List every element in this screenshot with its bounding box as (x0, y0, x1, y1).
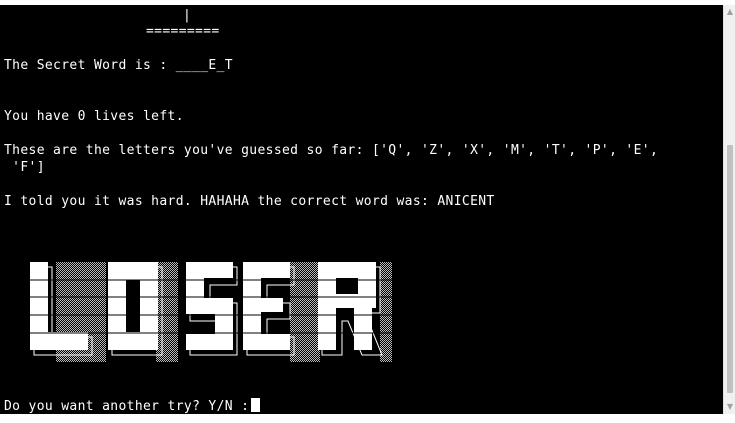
result-line: I told you it was hard. HAHAHA the corre… (4, 194, 495, 209)
terminal-window[interactable]: | ========= The Secret Word is : ____E_T… (0, 5, 723, 414)
gallows-pole: | (183, 8, 192, 23)
loser-ascii-banner (28, 262, 393, 362)
banner-shade (380, 262, 392, 362)
guessed-letters-continuation: 'F'] (4, 160, 45, 175)
gallows-base: ========= (146, 24, 220, 39)
triangle-up-icon[interactable]: ▲ (725, 7, 735, 17)
scrollbar-thumb[interactable] (727, 145, 733, 393)
prompt-text: Do you want another try? Y/N : (4, 399, 250, 414)
vertical-scrollbar[interactable]: ▲ ▼ (723, 5, 735, 414)
secret-word-line: The Secret Word is : ____E_T (4, 58, 233, 73)
input-cursor[interactable] (251, 398, 261, 412)
guessed-letters-line: These are the letters you've guessed so … (4, 143, 659, 158)
triangle-down-icon[interactable]: ▼ (725, 402, 735, 412)
try-again-prompt: Do you want another try? Y/N : (4, 398, 261, 414)
lives-line: You have 0 lives left. (4, 109, 184, 124)
banner-shade (156, 262, 178, 362)
